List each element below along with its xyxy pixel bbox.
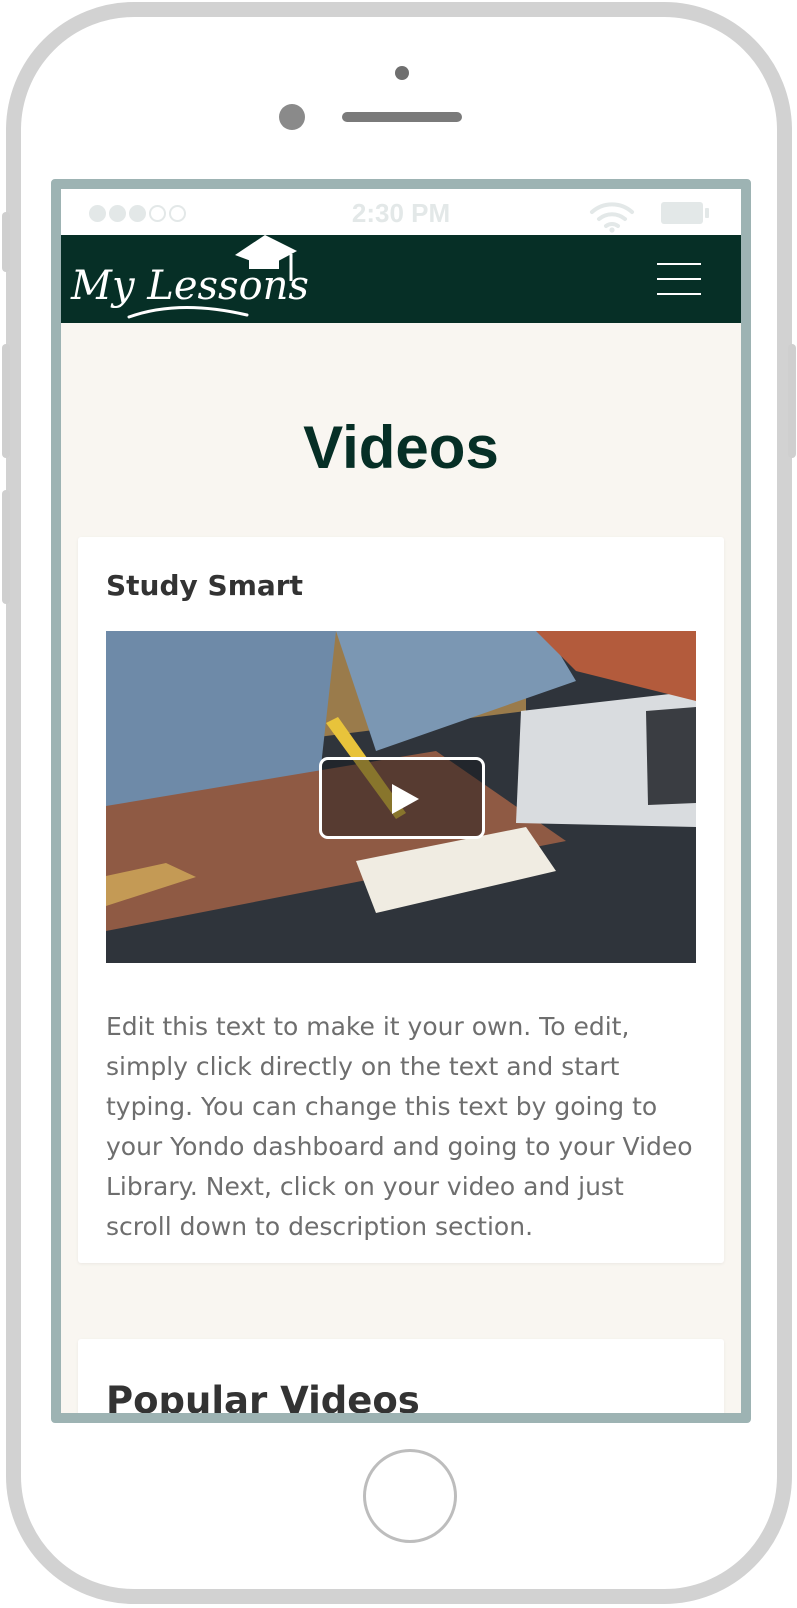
home-button[interactable] xyxy=(363,1449,457,1543)
video-title: Study Smart xyxy=(106,569,303,602)
page-title: Videos xyxy=(303,414,499,481)
video-description: Edit this text to make it your own. To e… xyxy=(106,1012,693,1241)
front-camera xyxy=(395,66,409,80)
popular-videos-heading: Popular Videos xyxy=(106,1379,420,1422)
status-time: 2:30 PM xyxy=(351,198,451,228)
volume-up-button xyxy=(2,344,10,458)
svg-text:My Lessons: My Lessons xyxy=(70,263,309,309)
power-button xyxy=(788,344,796,458)
battery-icon xyxy=(661,202,709,224)
top-navigation-bar: My Lessons xyxy=(61,235,741,323)
signal-dots-icon xyxy=(89,205,186,222)
status-bar: 2:30 PM xyxy=(61,189,741,235)
wifi-icon xyxy=(590,202,634,233)
phone-screen: 2:30 PM My Lessons Videos Study Smart Ed… xyxy=(51,179,751,1423)
proximity-sensor xyxy=(279,104,305,130)
popular-videos-card: Popular Videos xyxy=(78,1339,724,1422)
hamburger-icon[interactable] xyxy=(657,263,701,297)
my-lessons-logo[interactable]: My Lessons xyxy=(69,235,309,323)
volume-down-button xyxy=(2,490,10,604)
earpiece-speaker xyxy=(342,112,462,122)
video-card: Study Smart Edit this text to make it yo… xyxy=(78,537,724,1263)
video-player[interactable] xyxy=(106,631,696,963)
play-icon xyxy=(392,784,419,814)
mute-switch xyxy=(2,212,10,272)
play-button[interactable] xyxy=(319,757,485,839)
